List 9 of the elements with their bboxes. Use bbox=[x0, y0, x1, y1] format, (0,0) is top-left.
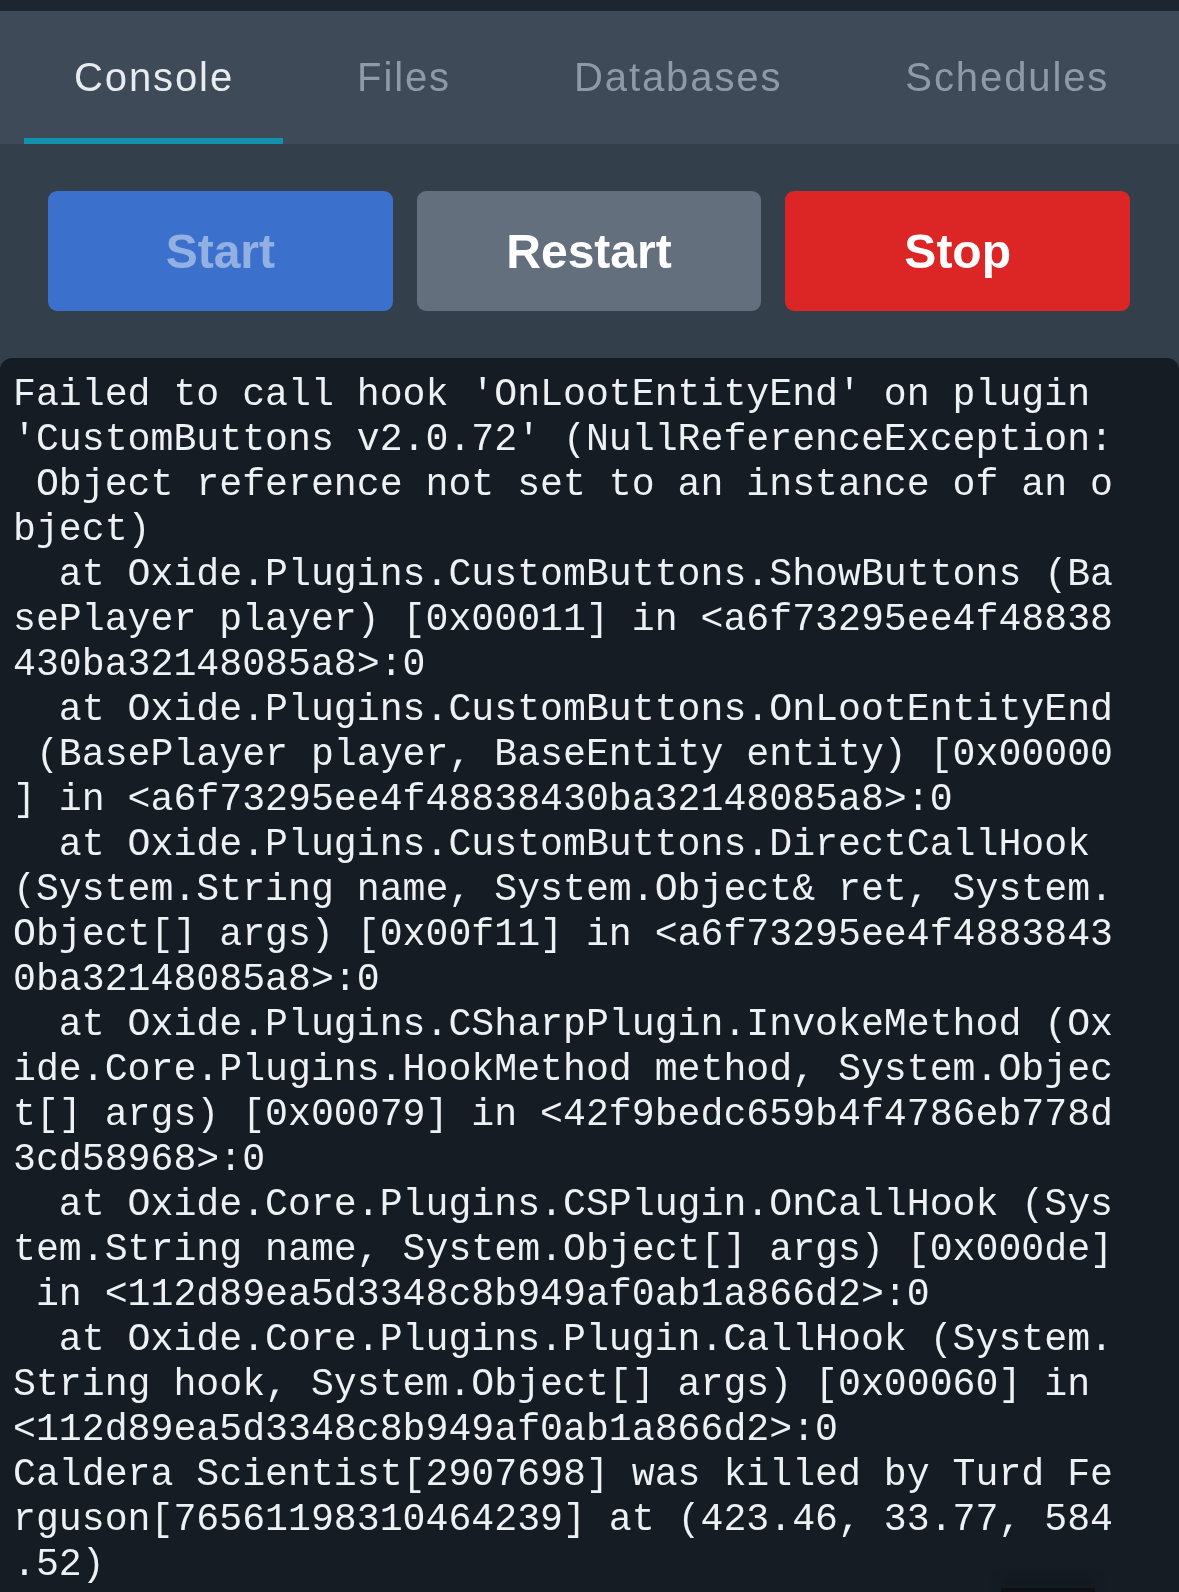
log-line: at Oxide.Core.Plugins.Plugin.CallHook (System.String hook, System.Object[] args) [0x00060] in <112d89ea5d3348c8b949af0ab1a866d2>:0 bbox=[13, 1317, 1114, 1452]
tab[interactable]: Schedules bbox=[855, 11, 1159, 144]
log-line: Failed to call hook 'OnLootEntityEnd' on plugin 'CustomButtons v2.0.72' (NullReferenceException: Object reference not set to an instance of an object) bbox=[13, 372, 1114, 552]
log-line: Caldera Scientist[2907698] was killed by Turd Ferguson[76561198310464239] at (423.46, 33.77, 584.52) bbox=[13, 1452, 1114, 1587]
tab[interactable]: Files bbox=[307, 11, 500, 144]
action-button[interactable]: Restart bbox=[416, 191, 762, 311]
action-button[interactable]: Stop bbox=[785, 191, 1130, 311]
tab[interactable]: Databases bbox=[524, 11, 832, 144]
tab[interactable]: Console bbox=[24, 11, 284, 144]
